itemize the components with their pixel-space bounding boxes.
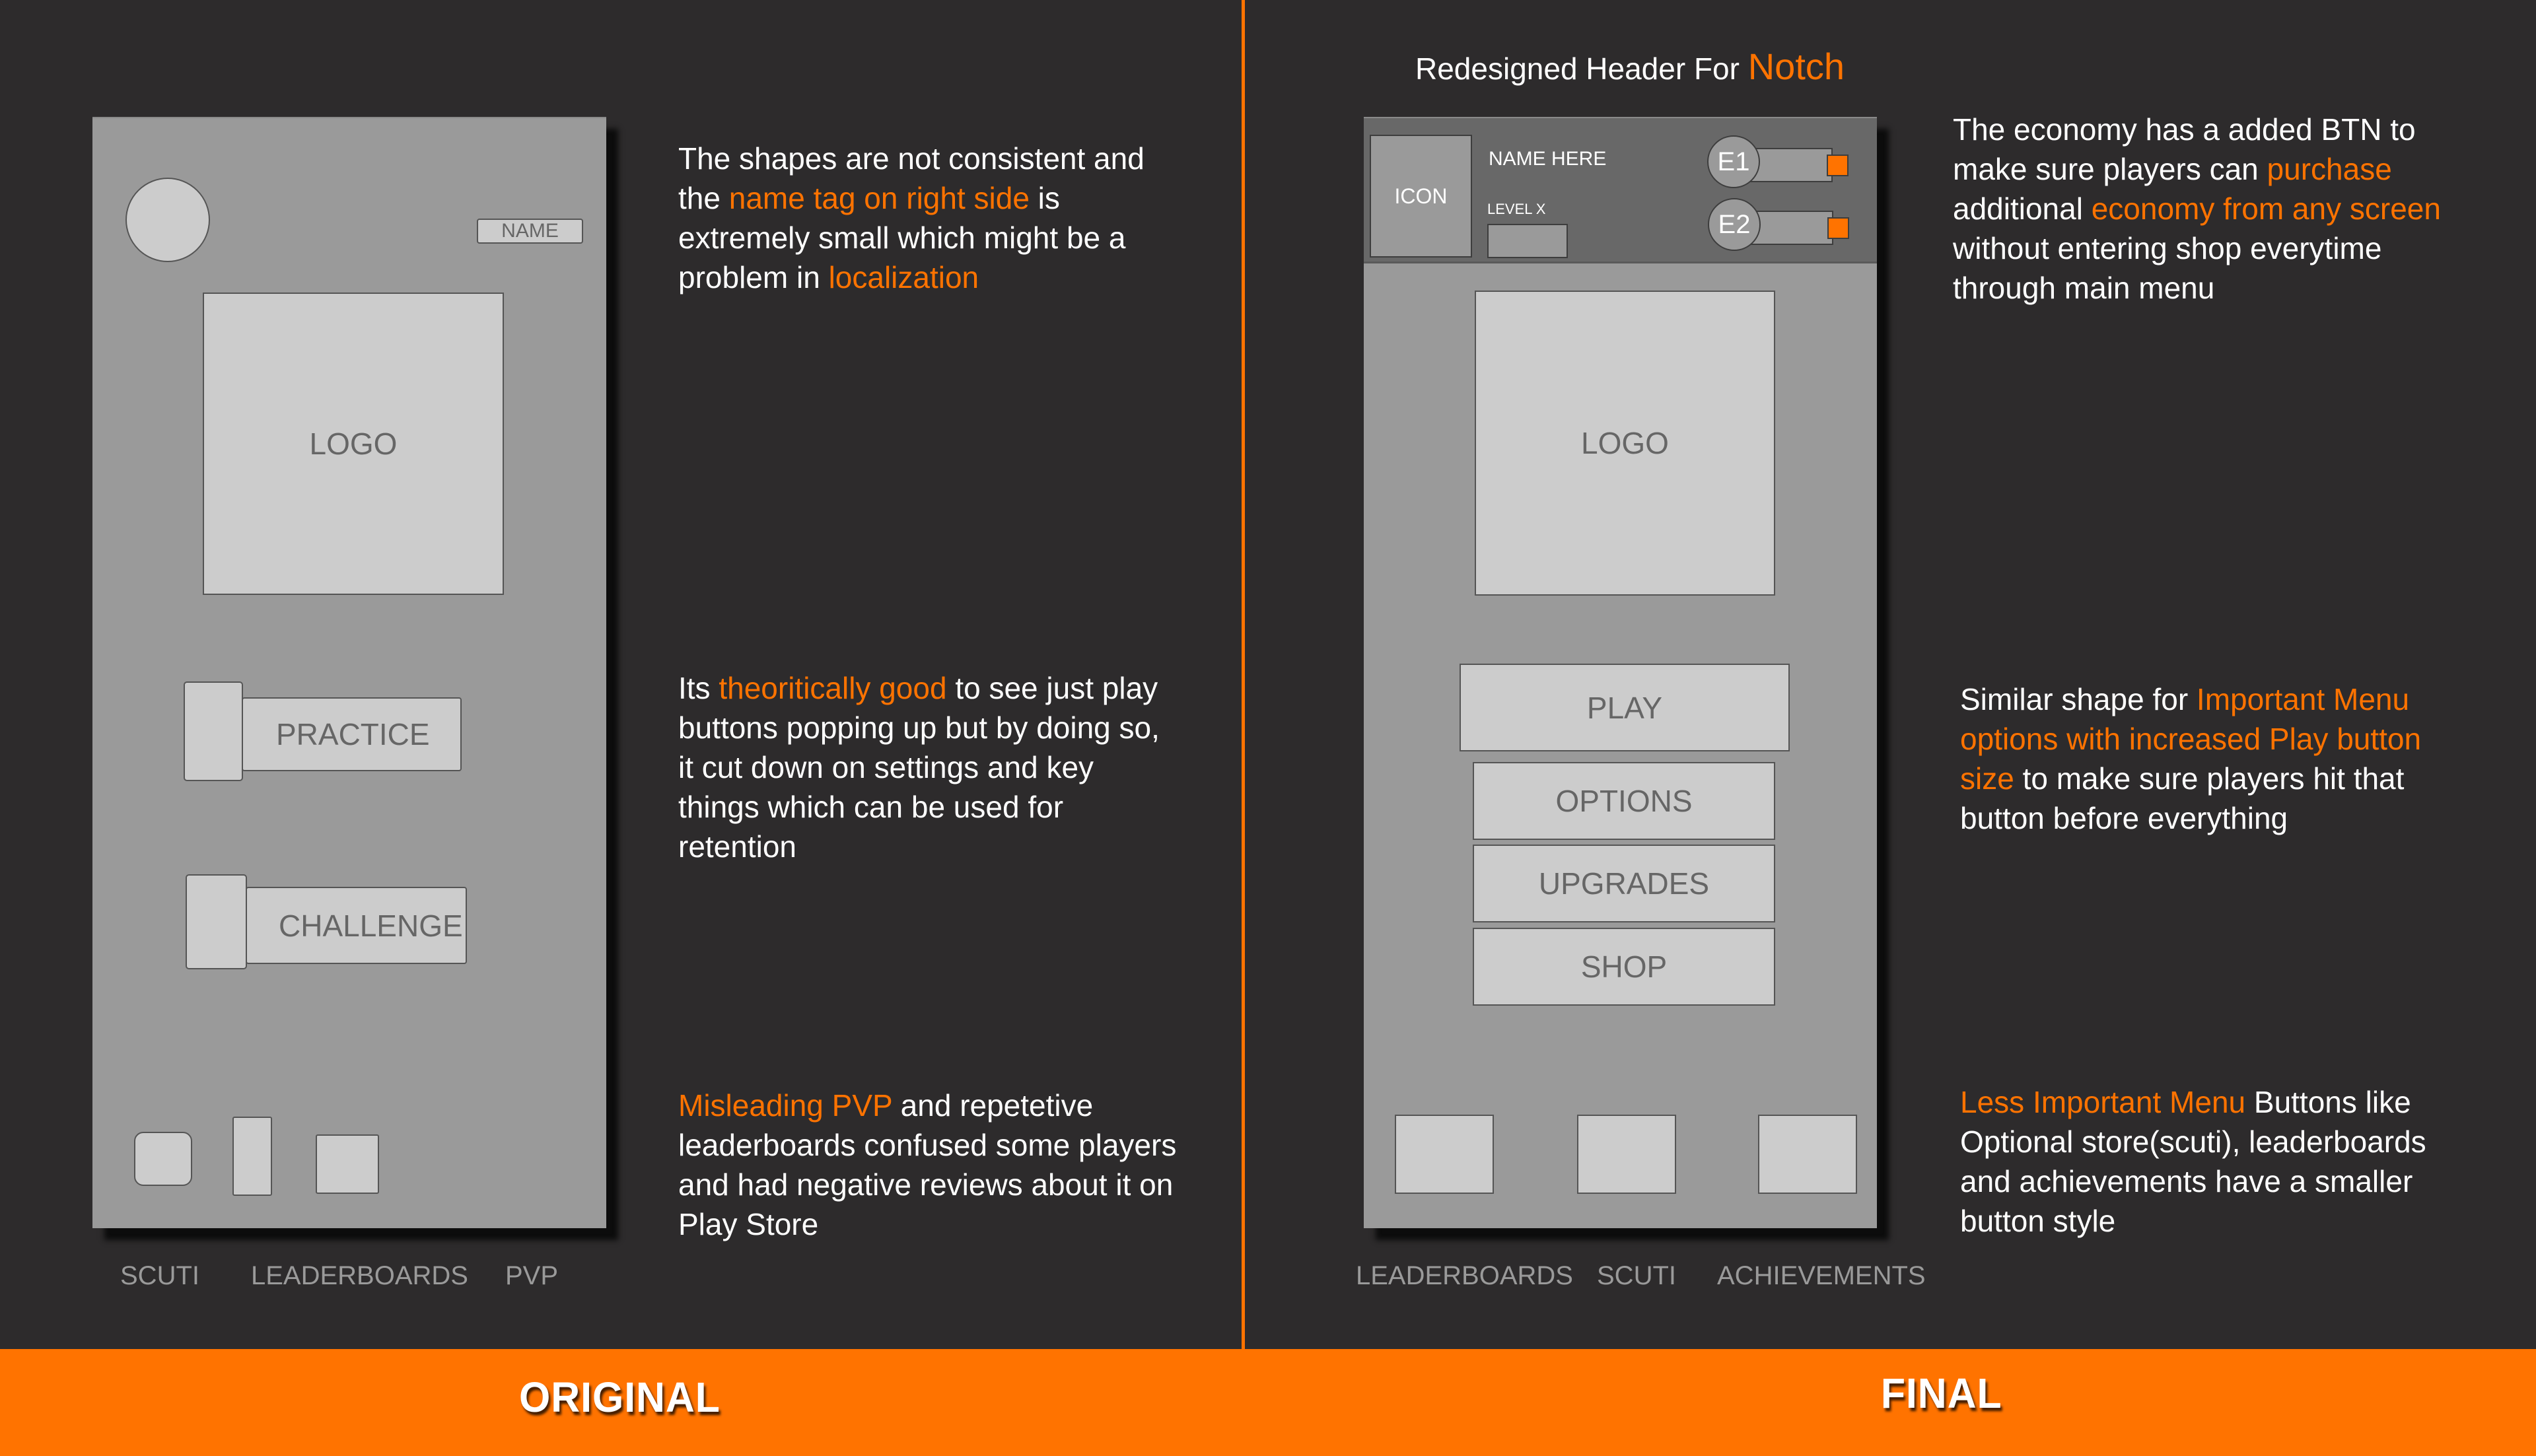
original-note-pvp: Misleading PVP and repetetive leaderboar… (678, 1086, 1180, 1244)
economy-1-label: E1 (1717, 147, 1750, 176)
avatar-circle[interactable] (125, 178, 210, 262)
note-highlight: Misleading PVP (678, 1088, 892, 1123)
name-tag[interactable]: NAME (477, 219, 583, 244)
original-section-label: ORIGINAL (519, 1373, 721, 1421)
play-button[interactable]: PLAY (1460, 664, 1790, 751)
pvp-button[interactable] (316, 1134, 379, 1194)
note-text: Its (678, 671, 719, 705)
notch-header: ICON NAME HERE LEVEL X E1 E2 (1364, 118, 1877, 263)
scuti-button[interactable] (134, 1132, 192, 1186)
player-name: NAME HERE (1489, 148, 1607, 170)
final-note-less-important: Less Important Menu Buttons like Optiona… (1960, 1082, 2462, 1241)
final-bottom-label-scuti: SCUTI (1597, 1261, 1676, 1290)
final-note-economy: The economy has a added BTN to make sure… (1953, 110, 2455, 308)
economy-2-label: E2 (1718, 209, 1751, 239)
challenge-icon-block[interactable] (186, 874, 247, 969)
achievements-button[interactable] (1758, 1115, 1857, 1194)
final-note-important-menu: Similar shape for Important Menu options… (1960, 679, 2462, 838)
original-phone-mockup: NAME LOGO PRACTICE CHALLENGE (92, 117, 606, 1228)
economy-1-add-button[interactable] (1827, 155, 1849, 176)
level-progress-bar (1487, 224, 1568, 258)
economy-1-icon[interactable]: E1 (1707, 135, 1760, 188)
final-title-highlight: Notch (1747, 46, 1845, 87)
note-highlight: name tag on right side (728, 181, 1030, 215)
final-section-label: FINAL (1880, 1369, 2002, 1417)
original-bottom-label-leaderboards: LEADERBOARDS (251, 1261, 468, 1290)
upgrades-button[interactable]: UPGRADES (1473, 845, 1775, 922)
note-text: Similar shape for (1960, 682, 2197, 716)
final-title-prefix: Redesigned Header For (1415, 52, 1748, 86)
note-text: to make sure players hit that button bef… (1960, 761, 2405, 835)
practice-icon-block[interactable] (184, 681, 243, 781)
original-bottom-label-pvp: PVP (505, 1261, 559, 1290)
final-scuti-button[interactable] (1577, 1115, 1676, 1194)
leaderboards-button[interactable] (232, 1117, 272, 1196)
final-bottom-label-leaderboards: LEADERBOARDS (1356, 1261, 1573, 1290)
footer-band: ORIGINAL FINAL (0, 1349, 2536, 1456)
final-header-title: Redesigned Header For Notch (1415, 45, 1845, 88)
original-note-consistency: The shapes are not consistent and the na… (678, 139, 1180, 297)
note-text: without entering shop everytime through … (1953, 231, 2382, 305)
original-note-play-buttons: Its theoritically good to see just play … (678, 668, 1180, 866)
final-phone-mockup: ICON NAME HERE LEVEL X E1 E2 LOGO PLAY O… (1364, 117, 1877, 1228)
player-icon[interactable]: ICON (1370, 135, 1472, 258)
note-highlight: Less Important Menu (1960, 1085, 2246, 1119)
note-highlight: localization (828, 260, 979, 295)
original-bottom-label-scuti: SCUTI (120, 1261, 199, 1290)
options-button[interactable]: OPTIONS (1473, 762, 1775, 840)
note-highlight: economy from any screen (2091, 191, 2441, 226)
player-level: LEVEL X (1487, 201, 1546, 217)
section-divider (1242, 0, 1245, 1350)
note-text: additional (1953, 191, 2092, 226)
final-leaderboards-button[interactable] (1395, 1115, 1494, 1194)
note-highlight: purchase (2267, 152, 2392, 186)
logo-placeholder: LOGO (203, 293, 504, 595)
final-bottom-label-achievements: ACHIEVEMENTS (1717, 1261, 1926, 1290)
practice-button[interactable]: PRACTICE (242, 697, 462, 771)
final-logo-placeholder: LOGO (1475, 291, 1775, 596)
economy-2-add-button[interactable] (1827, 217, 1849, 239)
challenge-button[interactable]: CHALLENGE (246, 887, 467, 964)
note-highlight: theoritically good (719, 671, 947, 705)
economy-2-icon[interactable]: E2 (1708, 198, 1761, 251)
shop-button[interactable]: SHOP (1473, 928, 1775, 1006)
